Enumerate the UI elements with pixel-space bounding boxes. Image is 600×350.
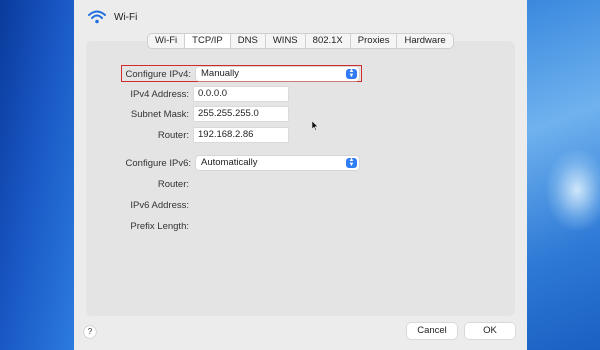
desktop-wallpaper-right (527, 0, 600, 350)
ipv4-address-field[interactable]: 0.0.0.0 (194, 87, 288, 101)
popup-chevrons-icon: ▲ ▼ (346, 157, 357, 168)
subnet-mask-field[interactable]: 255.255.255.0 (194, 107, 288, 121)
tab-wins[interactable]: WINS (266, 34, 306, 48)
popup-chevrons-icon: ▲ ▼ (346, 68, 357, 79)
ipv6-router-label: Router: (157, 179, 189, 190)
ok-button[interactable]: OK (465, 323, 515, 339)
ipv4-router-field[interactable]: 192.168.2.86 (194, 128, 288, 142)
network-settings-sheet: Wi-Fi Wi-Fi TCP/IP DNS WINS 802.1X Proxi… (74, 0, 527, 350)
tab-wifi[interactable]: Wi-Fi (148, 34, 186, 48)
configure-ipv6-popup[interactable]: Automatically ▲ ▼ (196, 156, 359, 170)
configure-ipv4-value: Manually (201, 68, 240, 79)
tab-bar: Wi-Fi TCP/IP DNS WINS 802.1X Proxies Har… (147, 33, 454, 49)
tab-8021x[interactable]: 802.1X (306, 34, 351, 48)
tab-dns[interactable]: DNS (231, 34, 266, 48)
ipv4-address-label: IPv4 Address: (130, 89, 189, 100)
configure-ipv6-label: Configure IPv6: (125, 158, 191, 169)
tab-hardware[interactable]: Hardware (397, 34, 452, 48)
wifi-icon (88, 10, 106, 24)
mouse-pointer-icon (312, 121, 318, 131)
help-button[interactable]: ? (84, 326, 96, 338)
subnet-mask-label: Subnet Mask: (130, 109, 189, 120)
tab-proxies[interactable]: Proxies (351, 34, 398, 48)
configure-ipv6-value: Automatically (201, 157, 258, 168)
ipv4-router-label: Router: (157, 130, 189, 141)
configure-ipv4-popup[interactable]: Manually ▲ ▼ (196, 67, 359, 81)
cancel-button[interactable]: Cancel (407, 323, 457, 339)
sheet-title: Wi-Fi (114, 12, 138, 23)
sheet-header: Wi-Fi (74, 0, 527, 34)
prefix-length-label: Prefix Length: (130, 221, 189, 232)
tab-tcpip[interactable]: TCP/IP (185, 34, 231, 48)
configure-ipv4-label: Configure IPv4: (125, 69, 191, 80)
desktop-wallpaper-left (0, 0, 74, 350)
ipv6-address-label: IPv6 Address: (130, 200, 189, 211)
